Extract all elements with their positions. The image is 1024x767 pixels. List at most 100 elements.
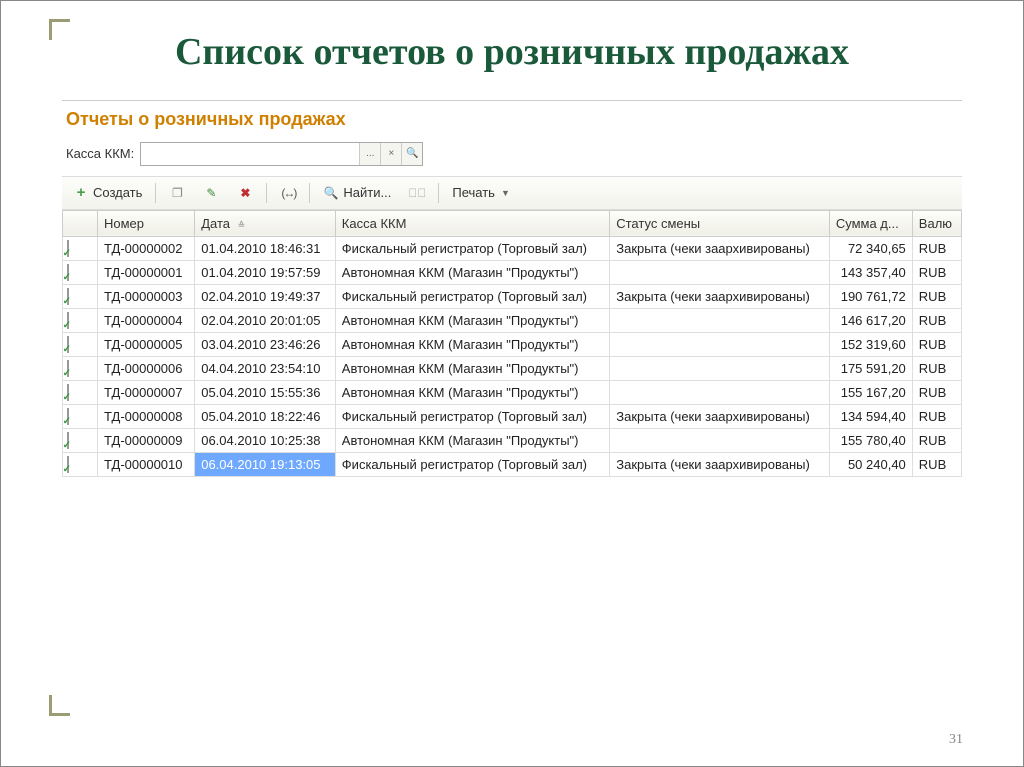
col-amount[interactable]: Сумма д... [829, 210, 912, 236]
copy-button[interactable]: ❐ [162, 181, 192, 205]
cell-status [610, 380, 830, 404]
cell-number: ТД-00000006 [98, 356, 195, 380]
find-button[interactable]: 🔍 Найти... [316, 181, 398, 205]
cell-number: ТД-00000010 [98, 452, 195, 476]
cell-currency: RUB [912, 380, 961, 404]
sort-indicator-icon: ≙ [238, 220, 246, 230]
table-row[interactable]: ТД-0000000302.04.2010 19:49:37Фискальный… [63, 284, 962, 308]
slide-page-number: 31 [949, 732, 963, 748]
table-row[interactable]: ТД-0000000604.04.2010 23:54:10Автономная… [63, 356, 962, 380]
cell-kkm: Фискальный регистратор (Торговый зал) [335, 284, 609, 308]
cell-amount: 50 240,40 [829, 452, 912, 476]
cell-status: Закрыта (чеки заархивированы) [610, 236, 830, 260]
table-row[interactable]: ТД-0000000101.04.2010 19:57:59Автономная… [63, 260, 962, 284]
cell-currency: RUB [912, 308, 961, 332]
cell-currency: RUB [912, 332, 961, 356]
row-status-icon-cell [63, 380, 98, 404]
cell-kkm: Автономная ККМ (Магазин "Продукты") [335, 308, 609, 332]
magnifier-icon: 🔍 [323, 185, 339, 201]
clear-find-button[interactable]: 🔍⃠ [402, 181, 432, 205]
cell-date: 02.04.2010 19:49:37 [195, 284, 336, 308]
filter-clear-button[interactable]: × [380, 143, 401, 165]
col-date-label: Дата [201, 216, 230, 231]
cell-kkm: Автономная ККМ (Магазин "Продукты") [335, 260, 609, 284]
decorative-corner-bl [49, 695, 70, 716]
toolbar: + Создать ❐ ✎ ✖ (↔) 🔍 Найти... [62, 176, 962, 210]
table-row[interactable]: ТД-0000000503.04.2010 23:46:26Автономная… [63, 332, 962, 356]
table-row[interactable]: ТД-0000000402.04.2010 20:01:05Автономная… [63, 308, 962, 332]
cell-number: ТД-00000009 [98, 428, 195, 452]
cell-status: Закрыта (чеки заархивированы) [610, 404, 830, 428]
cell-amount: 72 340,65 [829, 236, 912, 260]
cell-amount: 155 780,40 [829, 428, 912, 452]
cell-date: 04.04.2010 23:54:10 [195, 356, 336, 380]
cell-kkm: Автономная ККМ (Магазин "Продукты") [335, 380, 609, 404]
col-kkm[interactable]: Касса ККМ [335, 210, 609, 236]
col-icon[interactable] [63, 210, 98, 236]
cell-amount: 175 591,20 [829, 356, 912, 380]
cell-kkm: Фискальный регистратор (Торговый зал) [335, 452, 609, 476]
edit-button[interactable]: ✎ [196, 181, 226, 205]
interval-button[interactable]: (↔) [273, 181, 303, 205]
cell-date: 03.04.2010 23:46:26 [195, 332, 336, 356]
row-status-icon-cell [63, 428, 98, 452]
col-date[interactable]: Дата ≙ [195, 210, 336, 236]
document-posted-icon [67, 408, 69, 425]
cell-date: 02.04.2010 20:01:05 [195, 308, 336, 332]
document-posted-icon [67, 240, 69, 257]
delete-icon: ✖ [237, 185, 253, 201]
cell-amount: 190 761,72 [829, 284, 912, 308]
cell-kkm: Автономная ККМ (Магазин "Продукты") [335, 356, 609, 380]
col-status[interactable]: Статус смены [610, 210, 830, 236]
slide-title: Список отчетов о розничных продажах [51, 31, 973, 75]
cell-date: 05.04.2010 15:55:36 [195, 380, 336, 404]
row-status-icon-cell [63, 260, 98, 284]
cell-amount: 134 594,40 [829, 404, 912, 428]
table-row[interactable]: ТД-0000000201.04.2010 18:46:31Фискальный… [63, 236, 962, 260]
cell-date: 05.04.2010 18:22:46 [195, 404, 336, 428]
toolbar-separator [309, 183, 310, 203]
table-row[interactable]: ТД-0000000906.04.2010 10:25:38Автономная… [63, 428, 962, 452]
cell-kkm: Автономная ККМ (Магазин "Продукты") [335, 428, 609, 452]
print-button[interactable]: Печать ▼ [445, 181, 517, 204]
cell-date: 06.04.2010 19:13:05 [195, 452, 336, 476]
create-button[interactable]: + Создать [66, 181, 149, 205]
cell-number: ТД-00000001 [98, 260, 195, 284]
plus-icon: + [73, 185, 89, 201]
cell-status [610, 428, 830, 452]
cell-date: 01.04.2010 18:46:31 [195, 236, 336, 260]
toolbar-separator [155, 183, 156, 203]
kkm-filter-input[interactable] [141, 143, 359, 165]
filter-search-button[interactable]: 🔍 [401, 143, 422, 165]
table-row[interactable]: ТД-0000000805.04.2010 18:22:46Фискальный… [63, 404, 962, 428]
cell-currency: RUB [912, 236, 961, 260]
document-posted-icon [67, 312, 69, 329]
cell-currency: RUB [912, 452, 961, 476]
document-posted-icon [67, 432, 69, 449]
cell-number: ТД-00000004 [98, 308, 195, 332]
app-window: Отчеты о розничных продажах Касса ККМ: .… [62, 100, 962, 477]
row-status-icon-cell [63, 236, 98, 260]
col-currency[interactable]: Валю [912, 210, 961, 236]
interval-icon: (↔) [280, 185, 296, 201]
cell-kkm: Автономная ККМ (Магазин "Продукты") [335, 332, 609, 356]
table-row[interactable]: ТД-0000000705.04.2010 15:55:36Автономная… [63, 380, 962, 404]
col-number[interactable]: Номер [98, 210, 195, 236]
document-posted-icon [67, 360, 69, 377]
table-row[interactable]: ТД-0000001006.04.2010 19:13:05Фискальный… [63, 452, 962, 476]
cell-date: 06.04.2010 10:25:38 [195, 428, 336, 452]
cell-amount: 152 319,60 [829, 332, 912, 356]
toolbar-separator [266, 183, 267, 203]
document-posted-icon [67, 288, 69, 305]
cell-status [610, 332, 830, 356]
print-label: Печать [452, 185, 495, 200]
cell-number: ТД-00000007 [98, 380, 195, 404]
cell-number: ТД-00000008 [98, 404, 195, 428]
delete-button[interactable]: ✖ [230, 181, 260, 205]
create-label: Создать [93, 185, 142, 200]
cell-amount: 143 357,40 [829, 260, 912, 284]
window-title: Отчеты о розничных продажах [62, 101, 962, 140]
filter-select-button[interactable]: ... [359, 143, 380, 165]
cell-status [610, 356, 830, 380]
cell-number: ТД-00000002 [98, 236, 195, 260]
